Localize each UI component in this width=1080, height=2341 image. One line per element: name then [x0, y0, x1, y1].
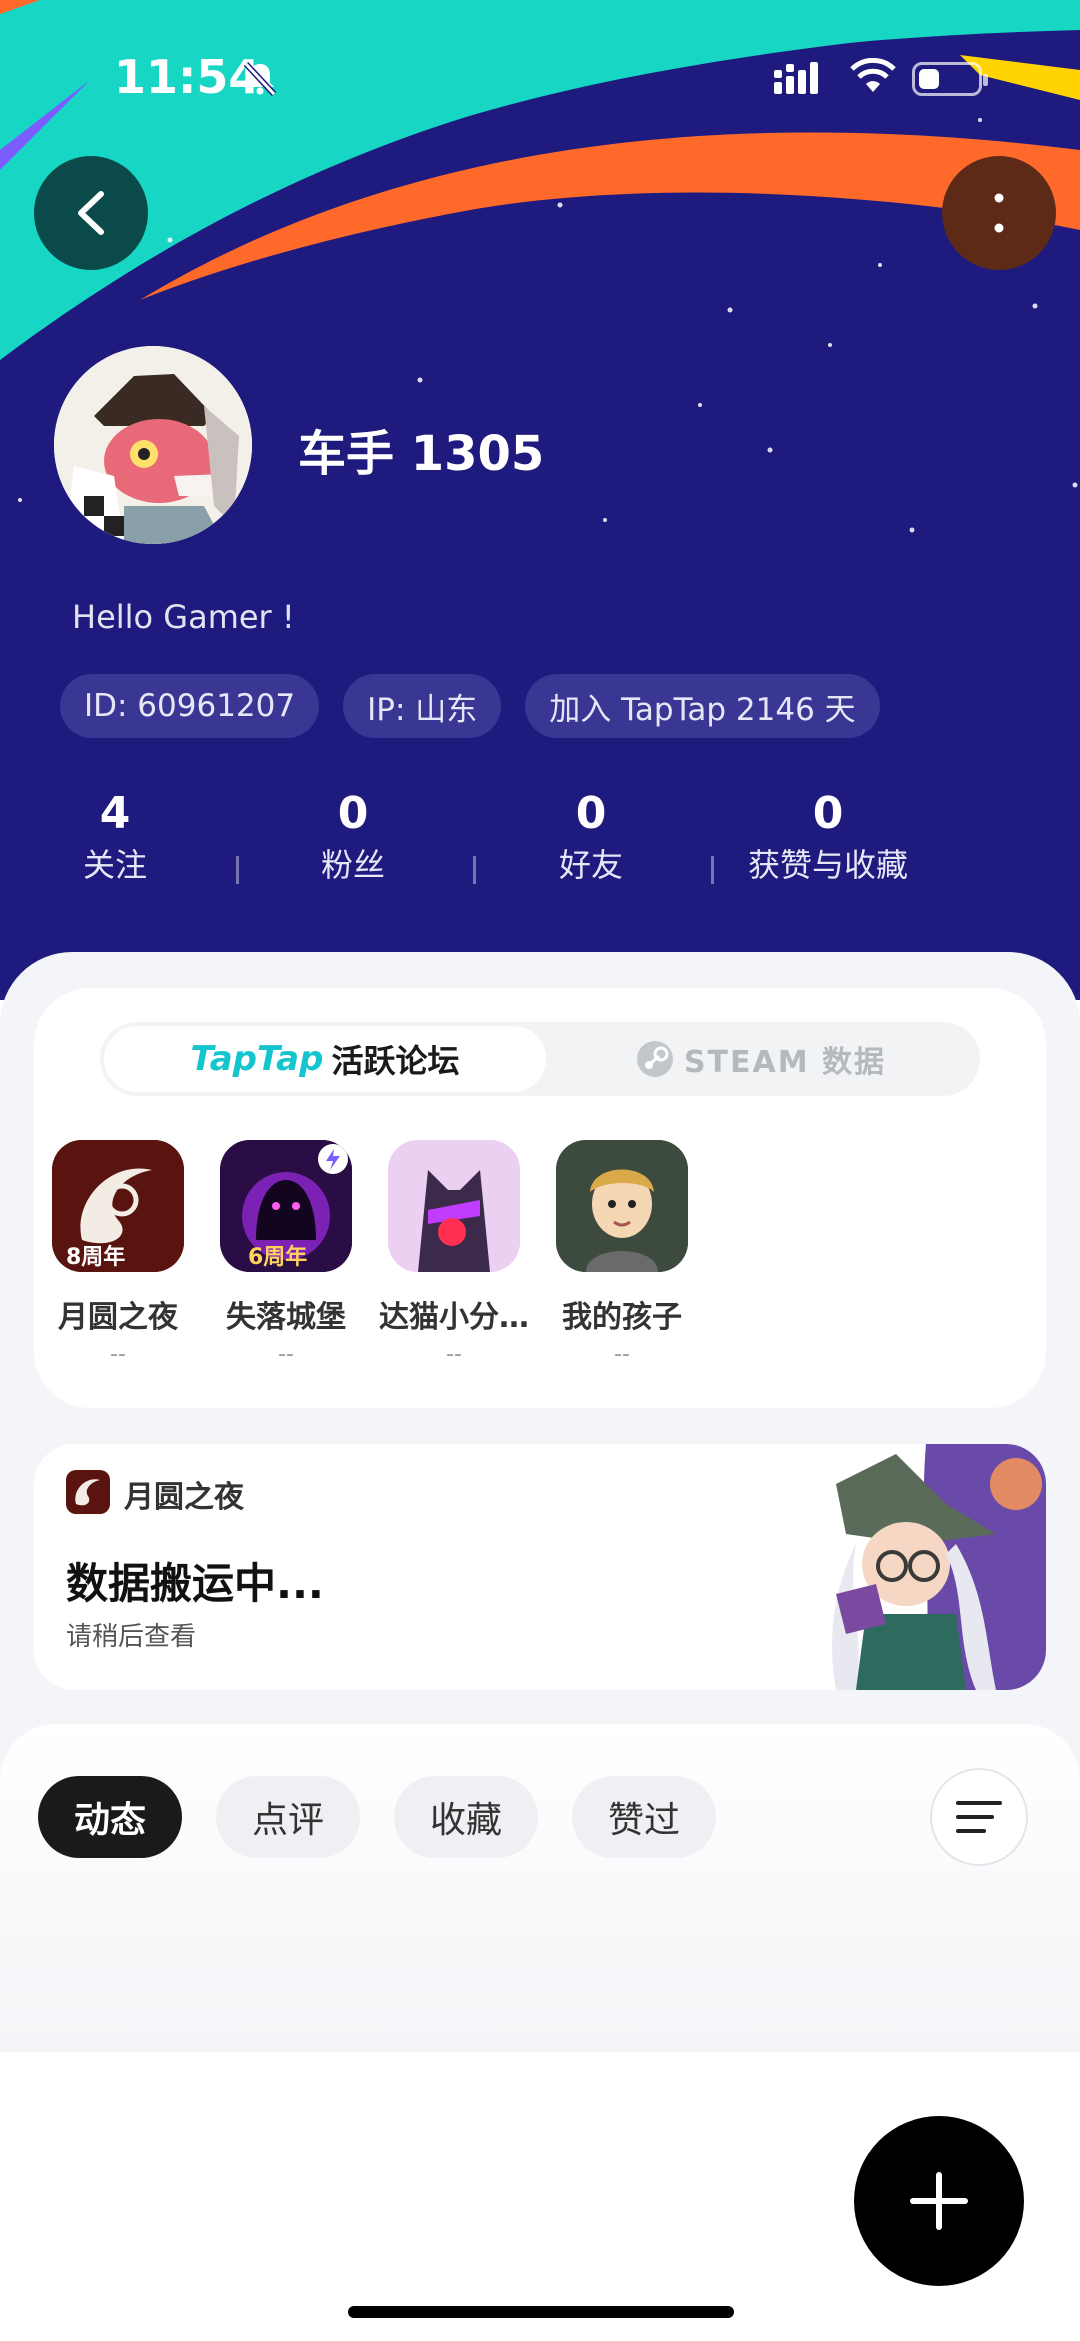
game-name: 月圆之夜: [58, 1300, 178, 1335]
stat-friends[interactable]: 0 好友: [536, 786, 646, 888]
game-item[interactable]: 我的孩子 --: [538, 1140, 706, 1367]
game-badge: 8周年: [66, 1244, 125, 1270]
stat-following-label: 关注: [82, 846, 147, 884]
tab-taptap-forum-label: 活跃论坛: [331, 1042, 460, 1080]
steam-icon: [636, 1041, 673, 1077]
stat-divider: [473, 856, 476, 884]
stat-divider: [236, 856, 239, 884]
games-card: TapTap 活跃论坛 STEAM 数据 8周年 月圆之夜 -- 6周年 失落城…: [34, 988, 1046, 1408]
stat-following-value: 4: [99, 788, 131, 839]
stats-row: 4 关注 0 粉丝 0 好友 0 获赞与收藏: [0, 786, 1080, 896]
promo-game-name: 月圆之夜: [124, 1480, 244, 1515]
tab-taptap-forum[interactable]: TapTap 活跃论坛: [104, 1026, 546, 1092]
game-icon: 6周年: [220, 1140, 352, 1272]
game-name: 失落城堡: [226, 1300, 346, 1335]
join-days-chip: 加入 TapTap 2146 天: [525, 674, 880, 738]
stat-followers[interactable]: 0 粉丝: [298, 786, 408, 888]
game-sub: --: [110, 1342, 126, 1367]
game-item[interactable]: 达猫小分… --: [370, 1140, 538, 1367]
taptap-logo: TapTap: [190, 1039, 324, 1079]
user-id-chip[interactable]: ID: 60961207: [60, 674, 320, 738]
filter-button[interactable]: [930, 1768, 1028, 1866]
stat-followers-label: 粉丝: [320, 846, 385, 884]
promo-card[interactable]: 月圆之夜 数据搬运中... 请稍后查看: [34, 1444, 1046, 1690]
stat-following[interactable]: 4 关注: [60, 786, 170, 888]
stat-likes-label: 获赞与收藏: [747, 846, 908, 884]
tab-reviews[interactable]: 点评: [216, 1776, 360, 1858]
profile-chips: ID: 60961207 IP: 山东 加入 TapTap 2146 天: [60, 674, 880, 738]
stat-friends-value: 0: [575, 788, 607, 839]
game-item[interactable]: 8周年 月圆之夜 --: [34, 1140, 202, 1367]
game-icon: [388, 1140, 520, 1272]
tab-steam-data-label: STEAM 数据: [683, 1045, 887, 1080]
more-options-button[interactable]: [942, 156, 1056, 270]
game-name: 我的孩子: [562, 1300, 682, 1335]
filter-icon: [956, 1801, 1002, 1833]
tab-steam-data[interactable]: STEAM 数据: [546, 1026, 976, 1092]
game-sub: --: [614, 1342, 630, 1367]
status-bar: 11:54: [0, 0, 1080, 150]
plus-icon: [910, 2172, 968, 2230]
game-badge: 6周年: [248, 1244, 307, 1270]
tab-favorites[interactable]: 收藏: [394, 1776, 538, 1858]
feed-section: 动态 点评 收藏 赞过: [0, 1724, 1080, 2052]
game-sub: --: [446, 1342, 462, 1367]
promo-illustration: [796, 1444, 1046, 1690]
profile-header: 11:54 车手 1305 Hello Gamer ! ID: 60961207…: [0, 0, 1080, 1000]
wifi-icon: [850, 58, 896, 92]
game-icon: 8周年: [52, 1140, 184, 1272]
game-icon: [556, 1140, 688, 1272]
home-indicator[interactable]: [348, 2306, 734, 2318]
stat-likes-value: 0: [812, 788, 844, 839]
signal-icon: [774, 62, 818, 94]
data-source-switch: TapTap 活跃论坛 STEAM 数据: [100, 1022, 980, 1096]
promo-game-icon: [66, 1470, 110, 1514]
more-vertical-icon: [994, 193, 1004, 233]
chevron-left-icon: [78, 191, 104, 235]
stat-likes[interactable]: 0 获赞与收藏: [738, 786, 918, 888]
create-post-button[interactable]: [854, 2116, 1024, 2286]
bell-muted-icon: [243, 61, 277, 97]
avatar[interactable]: [54, 346, 252, 544]
promo-title: 数据搬运中...: [66, 1559, 324, 1608]
stat-friends-label: 好友: [558, 846, 623, 884]
stat-followers-value: 0: [337, 788, 369, 839]
username: 车手 1305: [298, 426, 545, 482]
bio-text: Hello Gamer !: [72, 598, 295, 636]
game-sub: --: [278, 1342, 294, 1367]
avatar-image: [54, 346, 252, 544]
promo-subtitle: 请稍后查看: [66, 1622, 197, 1652]
game-name: 达猫小分…: [379, 1300, 529, 1335]
status-time: 11:54: [114, 50, 261, 104]
tab-activity[interactable]: 动态: [38, 1776, 182, 1858]
back-button[interactable]: [34, 156, 148, 270]
ip-location-chip: IP: 山东: [343, 674, 502, 738]
game-item[interactable]: 6周年 失落城堡 --: [202, 1140, 370, 1367]
feed-tabs: 动态 点评 收藏 赞过: [38, 1776, 716, 1858]
battery-icon: [912, 62, 988, 96]
stat-divider: [711, 856, 714, 884]
tab-liked[interactable]: 赞过: [572, 1776, 716, 1858]
